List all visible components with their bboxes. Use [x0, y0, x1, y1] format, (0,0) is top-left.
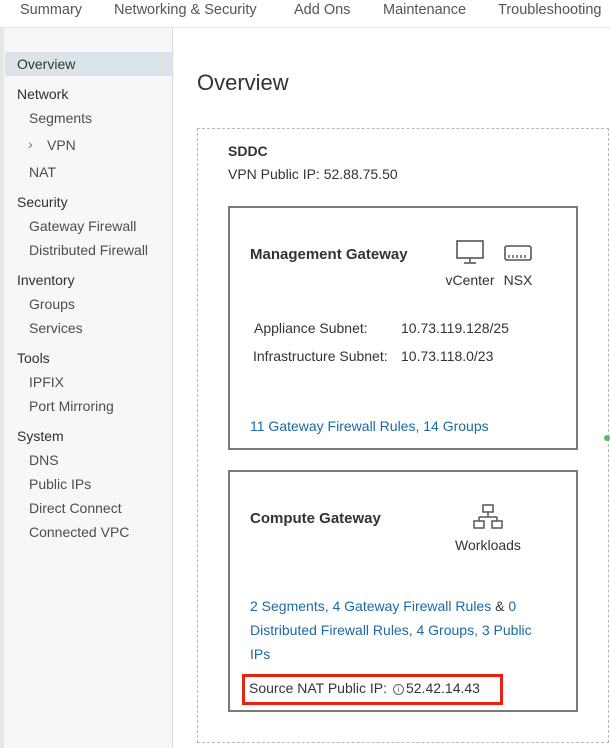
status-dot [604, 435, 610, 441]
server-icon [504, 245, 532, 261]
sidebar [0, 28, 173, 748]
sidebar-item-direct-connect[interactable]: Direct Connect [29, 500, 122, 516]
top-tab-bar: Summary Networking & Security Add Ons Ma… [0, 0, 610, 28]
sidebar-item-overview[interactable]: Overview [5, 52, 172, 76]
monitor-icon [456, 240, 484, 264]
compute-gateway-title: Compute Gateway [250, 510, 381, 527]
public-ips-link[interactable]: IPs [250, 646, 270, 662]
sidebar-heading-tools: Tools [17, 350, 50, 366]
compute-summary: 2 Segments, 4 Gateway Firewall Rules & 0… [250, 594, 570, 666]
zero-link[interactable]: 0 [508, 598, 516, 614]
sddc-label: SDDC [228, 143, 268, 159]
vpn-public-ip: VPN Public IP: 52.88.75.50 [228, 166, 398, 182]
sidebar-item-ipfix[interactable]: IPFIX [29, 374, 64, 390]
sidebar-item-dns[interactable]: DNS [29, 452, 59, 468]
sidebar-heading-security: Security [17, 194, 68, 210]
sidebar-item-segments[interactable]: Segments [29, 110, 92, 126]
ampersand: & [495, 598, 505, 614]
source-nat-label: Source NAT Public IP: [249, 680, 387, 696]
infrastructure-subnet-value: 10.73.118.0/23 [401, 348, 494, 364]
appliance-subnet-label: Appliance Subnet: [254, 320, 368, 336]
nsx-label: NSX [503, 272, 533, 288]
sidebar-heading-network: Network [17, 86, 69, 102]
sidebar-item-port-mirroring[interactable]: Port Mirroring [29, 398, 114, 414]
sidebar-item-public-ips[interactable]: Public IPs [29, 476, 91, 492]
sidebar-item-distributed-firewall[interactable]: Distributed Firewall [29, 242, 148, 258]
page-title: Overview [197, 70, 289, 95]
appliance-subnet-value: 10.73.119.128/25 [401, 320, 509, 336]
management-rules-link[interactable]: 11 Gateway Firewall Rules, 14 Groups [250, 418, 489, 434]
network-topology-icon [473, 504, 503, 529]
source-nat-value: 52.42.14.43 [405, 680, 480, 696]
sidebar-edge [0, 28, 4, 748]
tab-troubleshooting[interactable]: Troubleshooting [498, 2, 601, 18]
info-icon[interactable]: i [392, 684, 404, 695]
sidebar-item-groups[interactable]: Groups [29, 296, 75, 312]
segments-rules-link[interactable]: 2 Segments, 4 Gateway Firewall Rules [250, 598, 491, 614]
sidebar-item-gateway-firewall[interactable]: Gateway Firewall [29, 218, 136, 234]
chevron-right-icon[interactable]: › [28, 136, 33, 152]
sidebar-heading-system: System [17, 428, 64, 444]
infrastructure-subnet-label: Infrastructure Subnet: [253, 348, 388, 364]
sidebar-item-services[interactable]: Services [29, 320, 83, 336]
management-gateway-title: Management Gateway [250, 246, 408, 263]
tab-networking-security[interactable]: Networking & Security [114, 2, 257, 18]
sidebar-heading-inventory: Inventory [17, 272, 75, 288]
sidebar-item-vpn[interactable]: VPN [47, 137, 76, 153]
workloads-label: Workloads [455, 537, 521, 553]
sidebar-item-nat[interactable]: NAT [29, 164, 56, 180]
source-nat-row: Source NAT Public IP: i 52.42.14.43 [249, 680, 480, 696]
tab-add-ons[interactable]: Add Ons [294, 2, 350, 18]
distributed-rules-link[interactable]: Distributed Firewall Rules, 4 Groups, 3 … [250, 622, 532, 638]
tab-maintenance[interactable]: Maintenance [383, 2, 466, 18]
vcenter-label: vCenter [445, 272, 495, 288]
sidebar-item-connected-vpc[interactable]: Connected VPC [29, 524, 129, 540]
tab-summary[interactable]: Summary [20, 2, 82, 18]
